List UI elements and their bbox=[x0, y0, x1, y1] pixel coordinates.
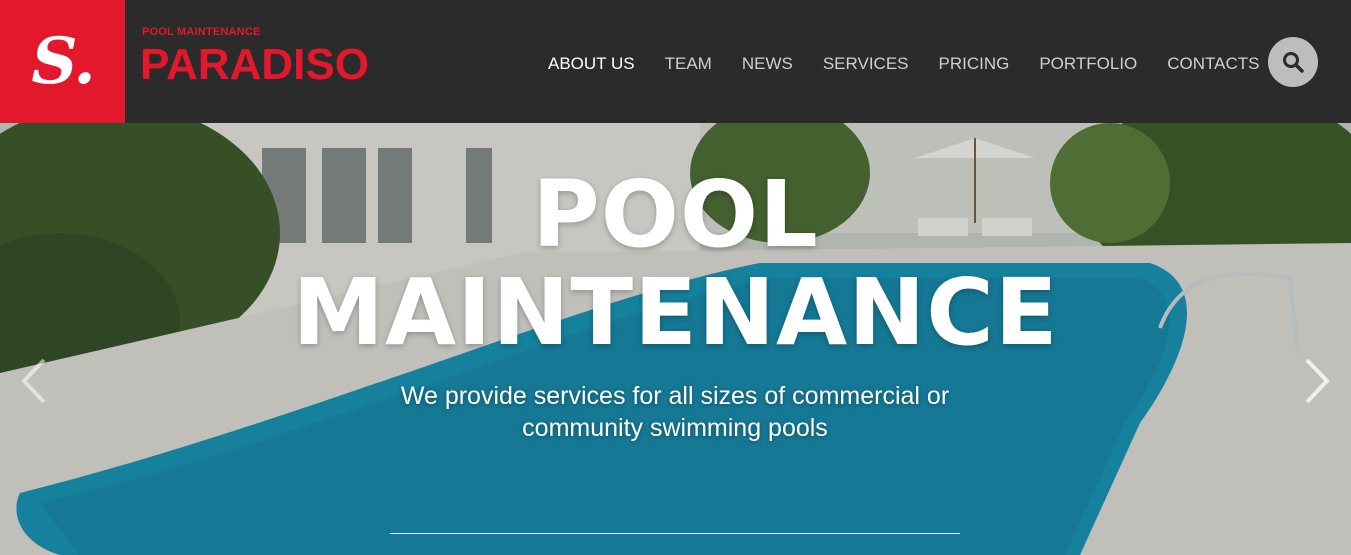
search-button[interactable] bbox=[1268, 37, 1318, 87]
site-header: S. POOL MAINTENANCE PARADISO ABOUT US TE… bbox=[0, 0, 1351, 123]
brand-subtitle: POOL MAINTENANCE bbox=[142, 26, 261, 38]
hero-subtitle: We provide services for all sizes of com… bbox=[400, 382, 950, 442]
nav-item-services[interactable]: SERVICES bbox=[823, 52, 909, 76]
hero-title-line2: MAINTENANCE bbox=[292, 259, 1059, 366]
nav-item-about-us[interactable]: ABOUT US bbox=[548, 52, 635, 76]
hero-title-line1: POOL bbox=[532, 161, 819, 268]
brand-name[interactable]: PARADISO bbox=[140, 40, 369, 90]
slider-prev-button[interactable] bbox=[14, 356, 54, 406]
nav-item-team[interactable]: TEAM bbox=[665, 52, 712, 76]
logo-letter: S. bbox=[31, 23, 95, 99]
search-icon bbox=[1283, 52, 1304, 73]
hero-divider bbox=[390, 533, 960, 534]
logo[interactable]: S. bbox=[0, 0, 125, 123]
chevron-left-icon bbox=[21, 358, 46, 404]
nav-item-news[interactable]: NEWS bbox=[742, 52, 793, 76]
hero-banner: POOL MAINTENANCE We provide services for… bbox=[0, 123, 1351, 555]
nav-item-portfolio[interactable]: PORTFOLIO bbox=[1039, 52, 1137, 76]
main-nav: ABOUT US TEAM NEWS SERVICES PRICING PORT… bbox=[548, 52, 1290, 76]
slider-next-button[interactable] bbox=[1297, 356, 1337, 406]
nav-item-pricing[interactable]: PRICING bbox=[939, 52, 1010, 76]
chevron-right-icon bbox=[1305, 358, 1330, 404]
nav-item-contacts[interactable]: CONTACTS bbox=[1167, 52, 1259, 76]
